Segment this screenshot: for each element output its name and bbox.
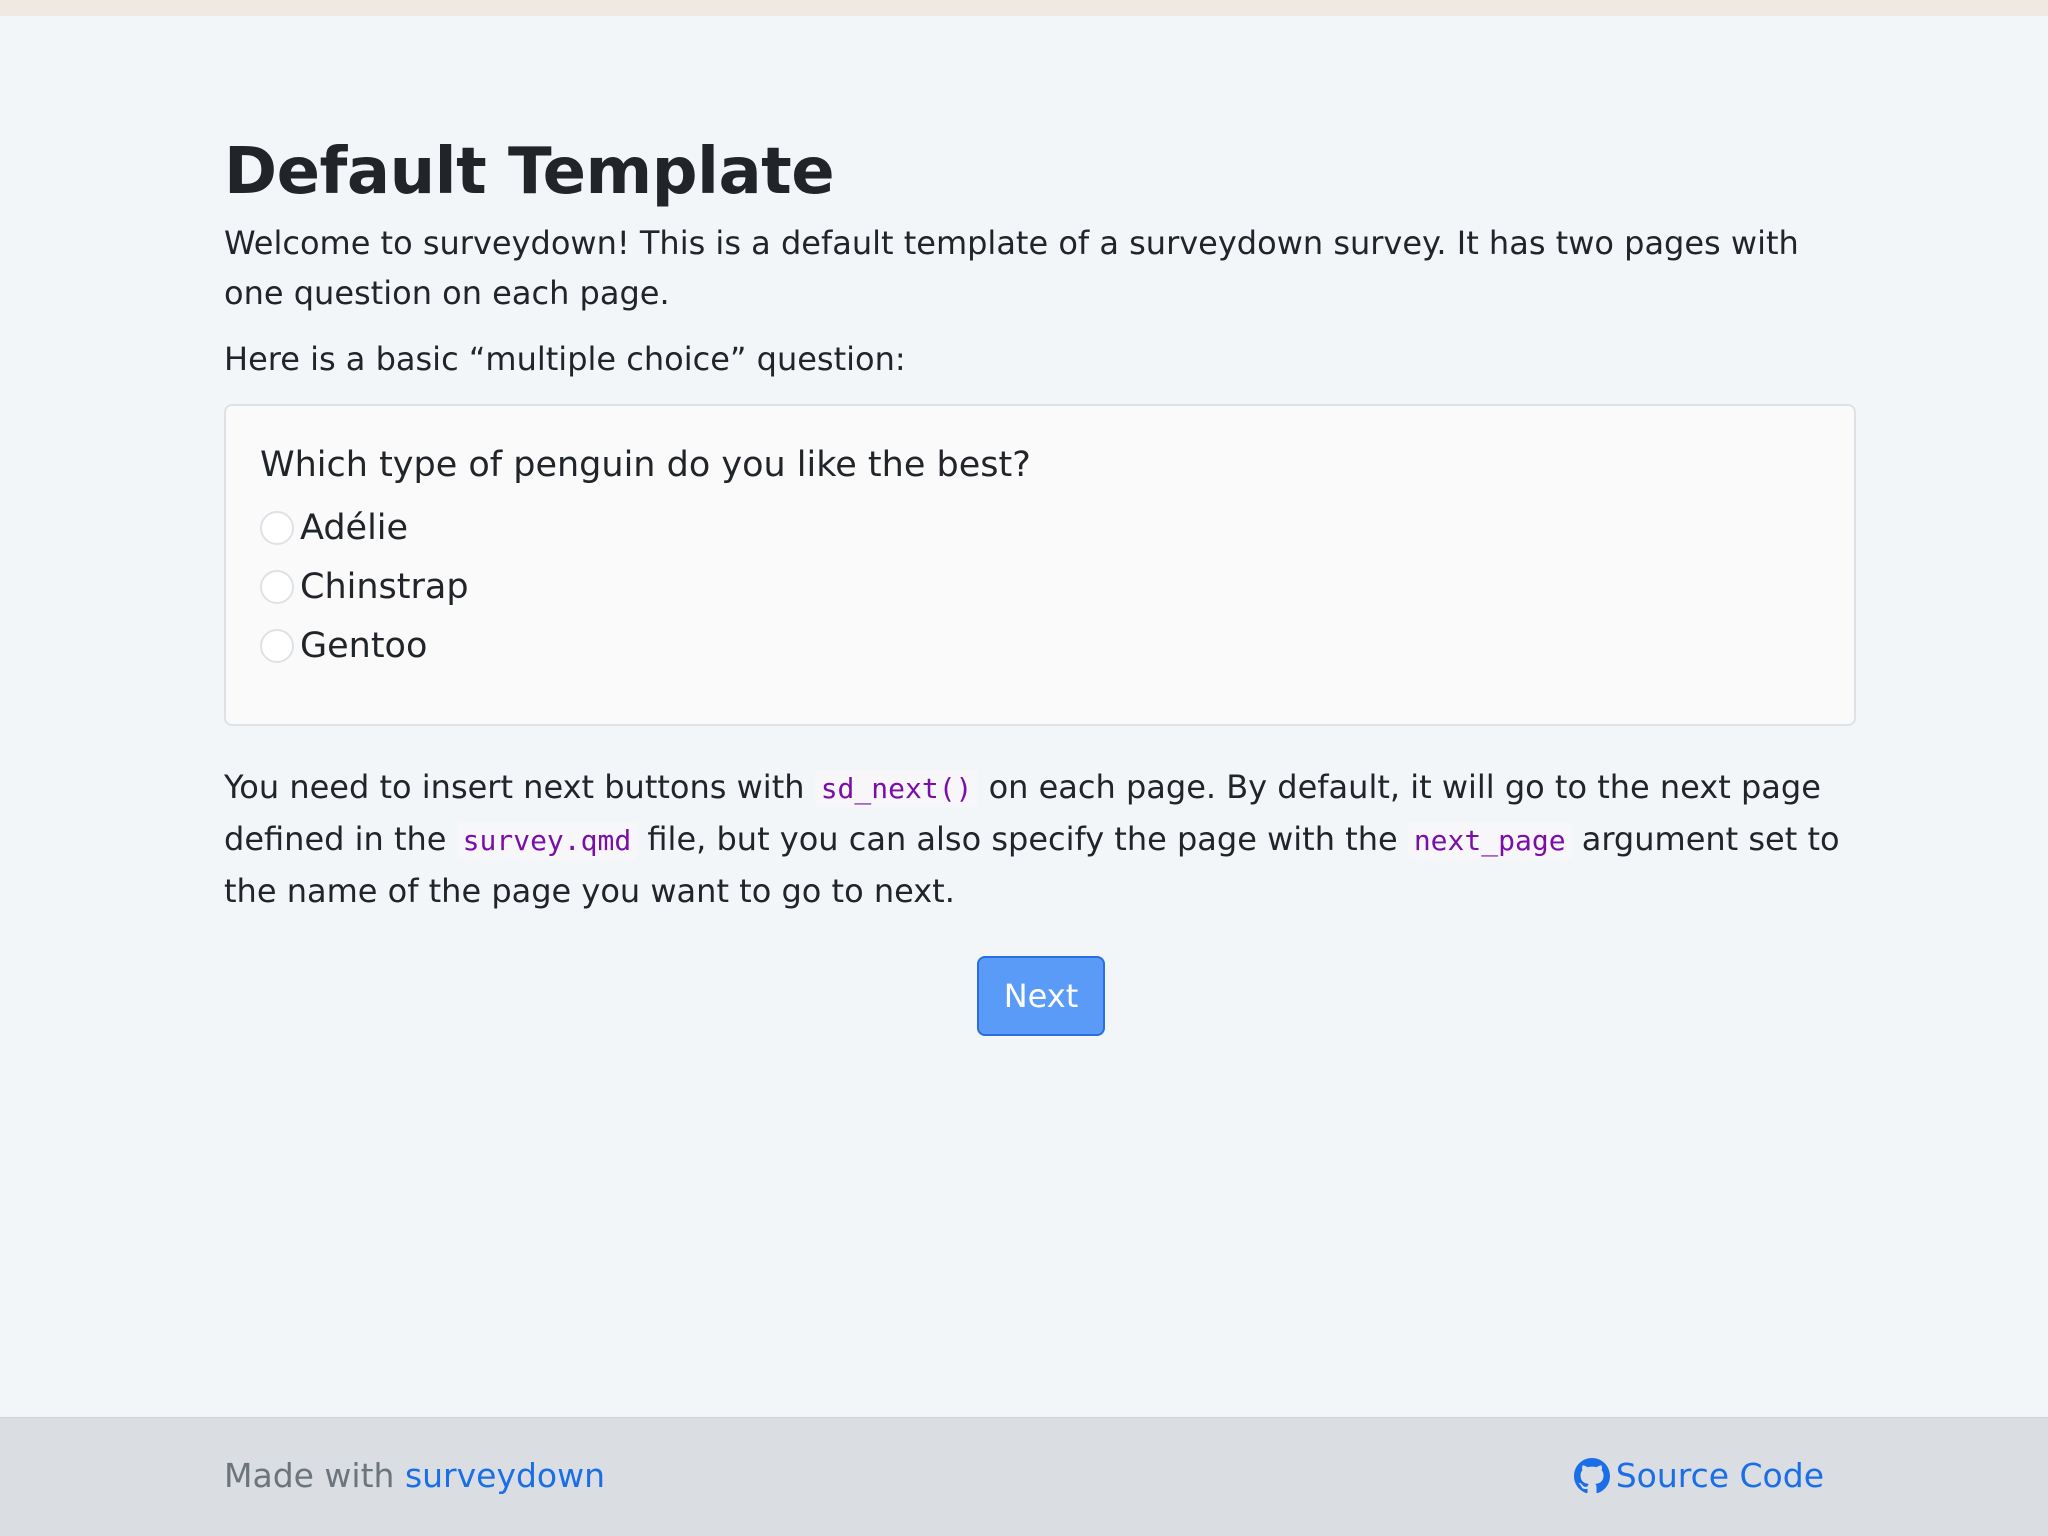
page-title: Default Template xyxy=(224,135,835,209)
next-button-wrap: Next xyxy=(224,956,1858,1036)
option-label: Adélie xyxy=(300,507,409,548)
explain-text: You need to insert next buttons with sd_… xyxy=(224,762,1858,916)
explain-text-part: You need to insert next buttons with xyxy=(224,768,815,806)
option-gentoo[interactable]: Gentoo xyxy=(260,616,1820,675)
survey-page: Default Template Welcome to surveydown! … xyxy=(224,128,1858,1036)
option-label: Chinstrap xyxy=(300,566,469,607)
code-survey-qmd: survey.qmd xyxy=(456,822,638,859)
radio-button[interactable] xyxy=(260,569,294,604)
explain-text-part: file, but you can also specify the page … xyxy=(637,820,1408,858)
footer: Made with surveydown Source Code xyxy=(0,1417,2048,1536)
option-label: Gentoo xyxy=(300,625,428,666)
made-with-text: Made with xyxy=(224,1456,405,1495)
next-button[interactable]: Next xyxy=(977,956,1105,1036)
footer-credit: Made with surveydown xyxy=(224,1456,605,1495)
option-chinstrap[interactable]: Chinstrap xyxy=(260,557,1820,616)
source-code-link-wrap[interactable]: Source Code xyxy=(1573,1456,1824,1495)
question-label: Which type of penguin do you like the be… xyxy=(260,445,1031,485)
code-sd-next: sd_next() xyxy=(814,770,979,807)
option-adelie[interactable]: Adélie xyxy=(260,498,1820,557)
top-strip xyxy=(0,0,2048,16)
radio-button[interactable] xyxy=(260,510,294,545)
code-next-page: next_page xyxy=(1407,822,1572,859)
radio-button[interactable] xyxy=(260,628,294,663)
surveydown-link[interactable]: surveydown xyxy=(405,1456,605,1495)
source-code-link[interactable]: Source Code xyxy=(1616,1456,1824,1495)
github-icon xyxy=(1573,1457,1610,1494)
question-lead-text: Here is a basic “multiple choice” questi… xyxy=(224,340,906,378)
question-card: Which type of penguin do you like the be… xyxy=(224,404,1856,726)
intro-text: Welcome to surveydown! This is a default… xyxy=(224,224,1799,312)
